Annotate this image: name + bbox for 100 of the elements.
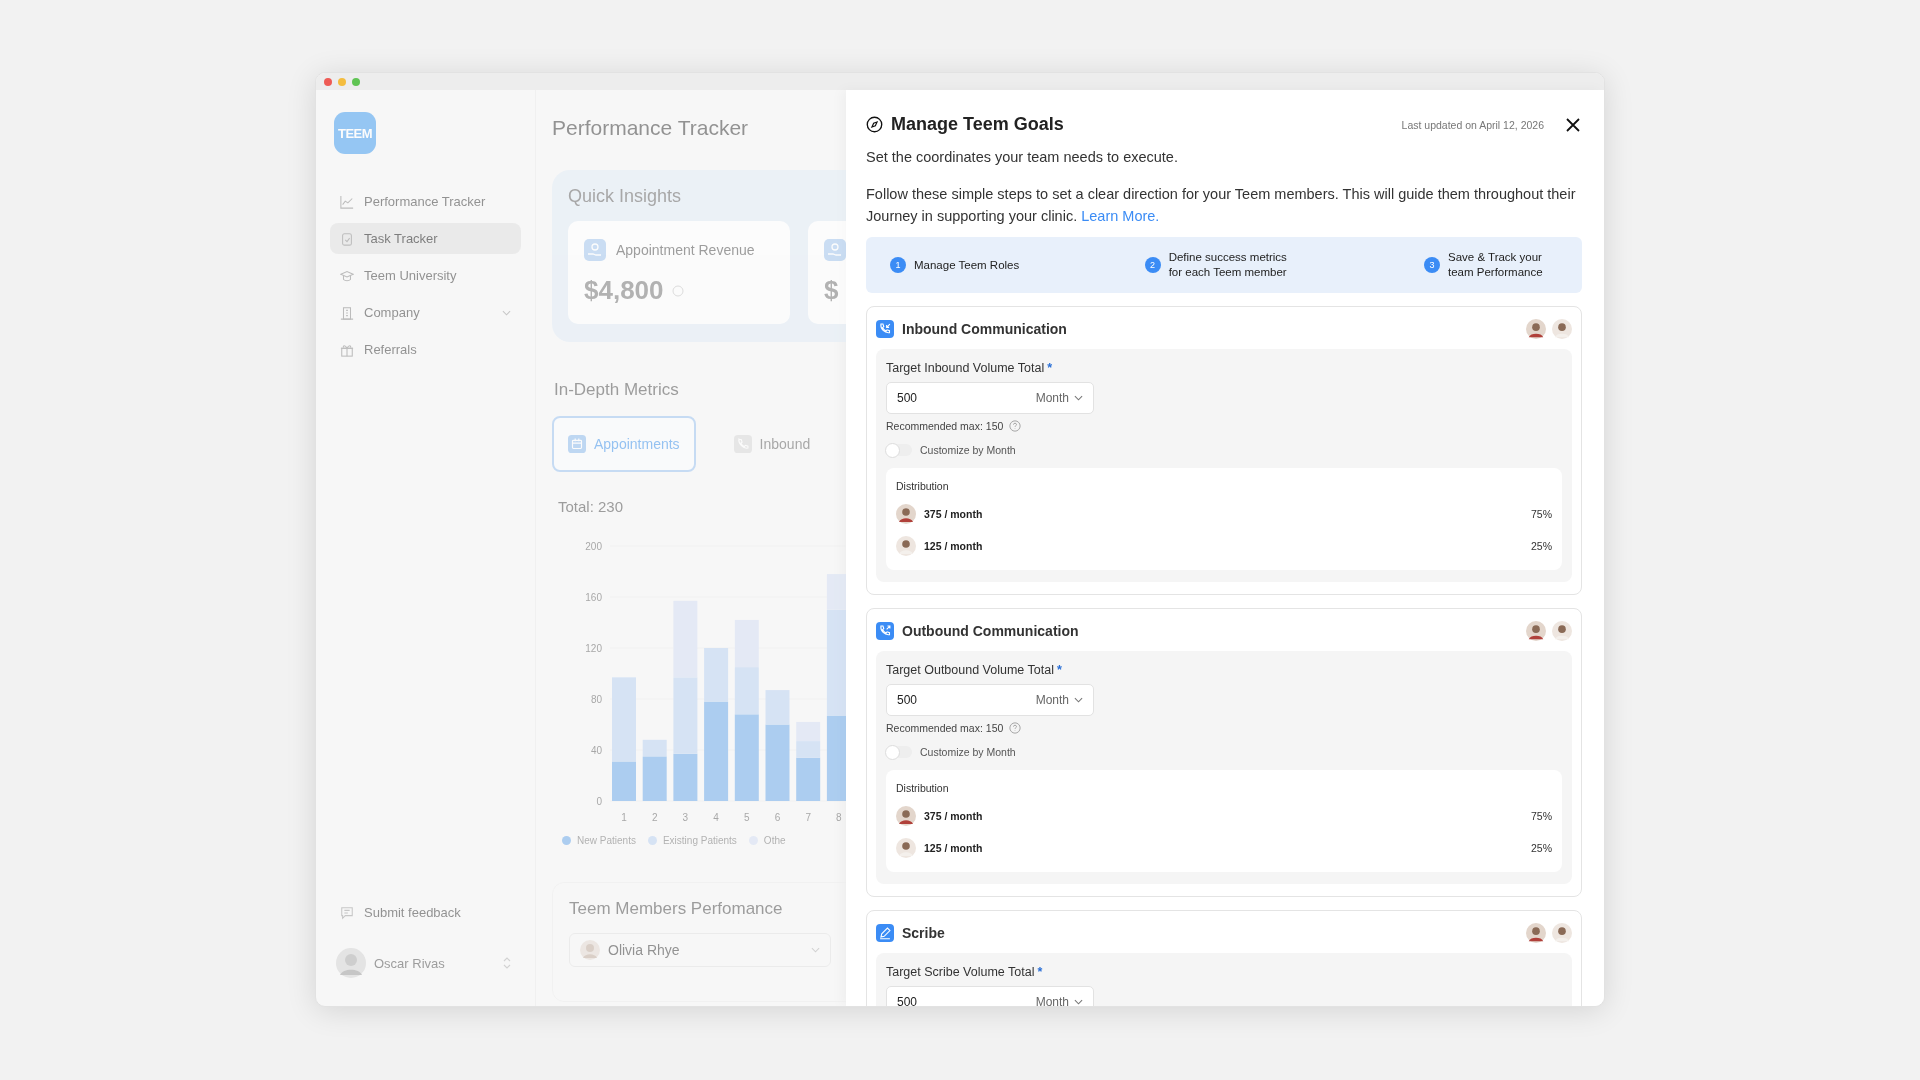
- bar-segment: [734, 619, 759, 668]
- clipboard-icon: [340, 231, 354, 246]
- card-title: Scribe: [902, 925, 946, 941]
- step-label: Save & Track your team Performance: [1448, 250, 1544, 280]
- bar-segment: [796, 721, 821, 742]
- distribution-amount: 125 / month: [924, 540, 984, 552]
- axis-tick-label: 1: [621, 812, 627, 823]
- close-button[interactable]: [1564, 115, 1582, 134]
- metric-value: $: [824, 275, 839, 306]
- step-label: Manage Teem Roles: [914, 257, 1020, 273]
- section-title: Teem Members Perfomance: [569, 899, 784, 919]
- compass-icon: [866, 116, 883, 133]
- metric-tab[interactable]: Inbound: [717, 416, 827, 472]
- axis-tick-label: 0: [596, 796, 602, 807]
- sidebar-item[interactable]: Teem University: [330, 260, 521, 291]
- distribution-share: 25%: [1531, 842, 1552, 854]
- volume-input[interactable]: 500 Month: [886, 382, 1094, 414]
- sidebar-item[interactable]: Performance Tracker: [330, 186, 521, 217]
- card-title: Inbound Communication: [902, 321, 1068, 337]
- intro-paragraph: Follow these simple steps to set a clear direction for your Teem members. This will guide them throughout their Journey in supporting your clinic. Learn More.: [866, 185, 1577, 226]
- avatar: [1552, 621, 1572, 641]
- chevron-down-icon: [1074, 395, 1083, 401]
- recommended-hint: Recommended max: 150: [886, 722, 1004, 734]
- minimize-window-icon[interactable]: [338, 77, 346, 86]
- volume-input[interactable]: 500 Month: [886, 986, 1094, 1006]
- chat-icon: [340, 905, 354, 920]
- logo: TEEM: [334, 112, 376, 154]
- sidebar-item[interactable]: Task Tracker: [330, 223, 521, 254]
- avatar: [336, 948, 366, 978]
- toggle-switch[interactable]: [886, 746, 912, 758]
- step-number: 2: [1144, 257, 1161, 273]
- last-updated-text: Last updated on April 12, 2026: [1401, 118, 1544, 131]
- chevron-down-icon: [1074, 999, 1083, 1005]
- metric-value: $4,800: [584, 275, 664, 306]
- metric-tab[interactable]: Appointments: [552, 416, 696, 472]
- toggle-switch[interactable]: [886, 444, 912, 456]
- distribution-title: Distribution: [896, 782, 950, 794]
- axis-tick-label: 2: [651, 812, 658, 823]
- legend-label: Othe: [763, 835, 786, 846]
- submit-feedback-link[interactable]: Submit feedback: [330, 897, 521, 928]
- field-label: Target Inbound Volume Total *: [886, 361, 1054, 375]
- chevron-down-icon: [811, 947, 820, 953]
- step-number: 1: [890, 257, 906, 273]
- avatar: [1552, 923, 1572, 943]
- pencil-icon: [876, 924, 894, 942]
- period-dropdown[interactable]: Month: [1035, 995, 1083, 1006]
- distribution-share: 75%: [1531, 508, 1552, 520]
- period-dropdown[interactable]: Month: [1035, 391, 1083, 405]
- legend-label: New Patients: [577, 835, 636, 846]
- help-icon: [1009, 722, 1022, 734]
- sidebar-item[interactable]: Referrals: [330, 334, 521, 365]
- axis-tick-label: 6: [774, 812, 781, 823]
- distribution-amount: 125 / month: [924, 842, 984, 854]
- maximize-window-icon[interactable]: [352, 77, 360, 86]
- section-title: In-Depth Metrics: [554, 380, 680, 400]
- required-mark: *: [1047, 361, 1053, 375]
- user-menu[interactable]: Oscar Rivas: [330, 948, 521, 1006]
- avatar: [896, 536, 916, 556]
- volume-input[interactable]: 500 Month: [886, 684, 1094, 716]
- legend-label: Existing Patients: [662, 835, 737, 846]
- avatar: [896, 806, 916, 826]
- avatar: [896, 838, 916, 858]
- sort-icon: [503, 957, 511, 969]
- avatar: [580, 940, 600, 960]
- info-icon: [671, 284, 684, 297]
- building-icon: [340, 305, 354, 320]
- period-dropdown[interactable]: Month: [1035, 693, 1083, 707]
- axis-tick-label: 3: [682, 812, 689, 823]
- gift-icon: [340, 342, 354, 357]
- axis-tick-label: 40: [590, 745, 602, 756]
- close-window-icon[interactable]: [324, 77, 332, 86]
- member-select[interactable]: Olivia Rhye: [569, 933, 831, 967]
- avatar: [1552, 319, 1572, 339]
- axis-tick-label: 4: [713, 812, 719, 823]
- chart-icon: [340, 194, 354, 209]
- axis-tick-label: 8: [836, 812, 842, 823]
- sidebar-item[interactable]: Company: [330, 297, 521, 328]
- axis-tick-label: 200: [585, 541, 602, 552]
- axis-tick-label: 7: [805, 812, 811, 823]
- recommended-hint: Recommended max: 150: [886, 420, 1004, 432]
- page-title: Performance Tracker: [552, 116, 750, 141]
- field-label: Target Scribe Volume Total *: [886, 965, 1044, 979]
- learn-more-link[interactable]: Learn More.: [1081, 208, 1160, 224]
- distribution-amount: 375 / month: [924, 810, 984, 822]
- distribution-share: 25%: [1531, 540, 1552, 552]
- axis-tick-label: 120: [585, 643, 602, 654]
- toggle-label: Customize by Month: [920, 746, 1016, 758]
- phone-icon: [876, 320, 894, 338]
- avatar: [1526, 319, 1546, 339]
- avatar: [1526, 923, 1546, 943]
- graduation-cap-icon: [340, 268, 354, 283]
- section-title: Quick Insights: [568, 186, 683, 207]
- axis-tick-label: 80: [590, 694, 602, 705]
- field-label: Target Outbound Volume Total *: [886, 663, 1063, 677]
- distribution-title: Distribution: [896, 480, 950, 492]
- metric-label: Appointment Revenue: [616, 242, 755, 258]
- panel-title: Manage Teem Goals: [891, 114, 1065, 135]
- distribution-share: 75%: [1531, 810, 1552, 822]
- help-icon: [1009, 420, 1022, 432]
- required-mark: *: [1037, 965, 1043, 979]
